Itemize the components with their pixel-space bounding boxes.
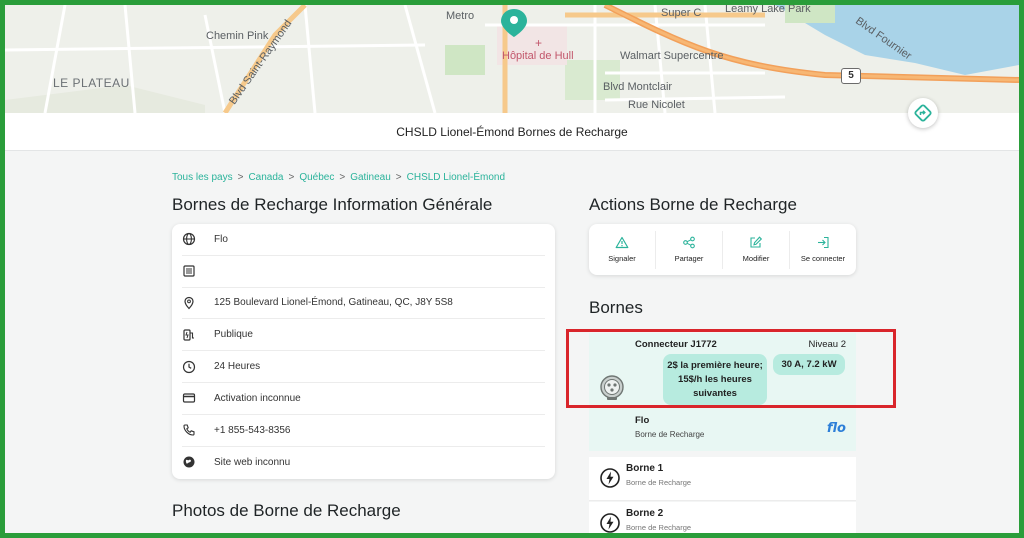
info-row-activation: Activation inconnue	[182, 383, 545, 415]
network-row[interactable]: Flo Borne de Recharge flo	[589, 409, 856, 451]
svg-text:+: +	[535, 36, 542, 50]
report-label: Signaler	[608, 254, 636, 263]
edit-label: Modifier	[742, 254, 770, 263]
info-phone-text[interactable]: +1 855-543-8356	[214, 425, 290, 436]
directions-icon	[914, 104, 932, 122]
bolt-icon	[600, 468, 620, 488]
phone-icon	[182, 423, 204, 437]
connector-title: Connecteur J1772	[635, 339, 717, 350]
station-name: Borne 1	[626, 463, 664, 474]
list-icon	[182, 264, 204, 278]
bornes-heading: Bornes	[589, 298, 643, 317]
report-button[interactable]: Signaler	[589, 230, 656, 269]
info-row-hours: 24 Heures	[182, 351, 545, 383]
breadcrumb-item[interactable]: Canada	[248, 172, 283, 183]
connector-level: Niveau 2	[808, 339, 847, 350]
network-name: Flo	[635, 415, 650, 426]
map[interactable]: + Metro Super C Leamy Lake Park Blvd Fou…	[5, 5, 1019, 113]
price-line: 15$/h les heures	[678, 374, 752, 385]
clock-icon	[182, 360, 204, 374]
station-row[interactable]: Borne 1 Borne de Recharge	[589, 457, 856, 501]
warning-icon	[615, 236, 629, 249]
info-row-website: Site web inconnu	[182, 447, 545, 479]
price-line: suivantes	[693, 388, 737, 399]
map-label-hopital: Hôpital de Hull	[502, 50, 574, 62]
breadcrumb-item[interactable]: Tous les pays	[172, 172, 233, 183]
flo-logo: flo	[826, 421, 846, 436]
map-label-metro: Metro	[446, 10, 475, 22]
info-hours-text: 24 Heures	[214, 361, 261, 373]
info-row-details	[182, 256, 545, 288]
station-type: Borne de Recharge	[626, 478, 692, 487]
station-row[interactable]: Borne 2 Borne de Recharge	[589, 502, 856, 533]
share-button[interactable]: Partager	[656, 230, 723, 269]
photos-heading: Photos de Borne de Recharge	[172, 501, 401, 520]
globe-icon	[182, 232, 204, 246]
edit-button[interactable]: Modifier	[723, 230, 790, 269]
bolt-icon	[600, 513, 620, 533]
connector-card[interactable]: Connecteur J1772 Niveau 2 2$ la première…	[589, 333, 856, 409]
j1772-plug-icon	[600, 375, 624, 400]
page-title: CHSLD Lionel-Émond Bornes de Recharge	[396, 125, 628, 139]
info-access-text: Publique	[214, 329, 253, 341]
directions-button[interactable]	[908, 98, 938, 128]
login-button[interactable]: Se connecter	[790, 231, 856, 269]
breadcrumb-separator: >	[288, 172, 295, 183]
map-label-montclair: Blvd Montclair	[603, 81, 673, 93]
info-activation-text: Activation inconnue	[214, 392, 301, 404]
map-label-super-c: Super C	[661, 7, 702, 19]
power-chip: 30 A, 7.2 kW	[773, 354, 845, 375]
page-frame: + Metro Super C Leamy Lake Park Blvd Fou…	[5, 5, 1019, 533]
page-title-bar: CHSLD Lionel-Émond Bornes de Recharge	[5, 113, 1019, 151]
map-label-leamy: Leamy Lake Park	[725, 5, 811, 15]
breadcrumb-item[interactable]: Québec	[299, 172, 334, 183]
info-address-text: 125 Boulevard Lionel-Émond, Gatineau, QC…	[214, 297, 453, 309]
share-label: Partager	[674, 254, 704, 263]
info-network-text: Flo	[214, 233, 228, 245]
info-heading: Bornes de Recharge Information Générale	[172, 195, 493, 214]
map-label-le-plateau: LE PLATEAU	[53, 76, 130, 90]
breadcrumb-separator: >	[339, 172, 346, 183]
map-label-walmart: Walmart Supercentre	[620, 50, 724, 62]
map-label-nicolet: Rue Nicolet	[628, 99, 685, 111]
breadcrumb-item[interactable]: Gatineau	[350, 172, 391, 183]
station-name: Borne 2	[626, 508, 664, 519]
info-row-address: 125 Boulevard Lionel-Émond, Gatineau, QC…	[182, 288, 545, 320]
actions-card: Signaler Partager Modifier Se connecter	[589, 224, 856, 275]
info-row-phone[interactable]: +1 855-543-8356	[182, 415, 545, 447]
route-badge: 5	[841, 68, 861, 84]
price-line: 2$ la première heure;	[667, 360, 763, 371]
location-pin-icon	[182, 296, 204, 310]
edit-icon	[750, 236, 763, 248]
breadcrumb: Tous les pays > Canada > Québec > Gatine…	[172, 172, 505, 183]
network-type: Borne de Recharge	[635, 430, 705, 439]
share-icon	[683, 236, 695, 249]
breadcrumb-separator: >	[395, 172, 402, 183]
price-chip: 2$ la première heure; 15$/h les heures s…	[663, 354, 767, 405]
breadcrumb-item[interactable]: CHSLD Lionel-Émond	[407, 172, 505, 183]
login-label: Se connecter	[800, 254, 846, 263]
info-website-text: Site web inconnu	[214, 456, 291, 468]
info-row-network: Flo	[182, 224, 545, 256]
info-card: Flo 125 Boulevard Lionel-Émond, Gatineau…	[172, 224, 555, 479]
map-label-chemin-pink: Chemin Pink	[206, 30, 269, 42]
web-icon	[182, 455, 204, 469]
info-row-access: Publique	[182, 319, 545, 352]
charging-station-icon	[182, 328, 204, 342]
breadcrumb-separator: >	[237, 172, 244, 183]
station-type: Borne de Recharge	[626, 523, 692, 532]
credit-card-icon	[182, 391, 204, 405]
login-icon	[818, 236, 829, 249]
actions-heading: Actions Borne de Recharge	[589, 195, 797, 214]
